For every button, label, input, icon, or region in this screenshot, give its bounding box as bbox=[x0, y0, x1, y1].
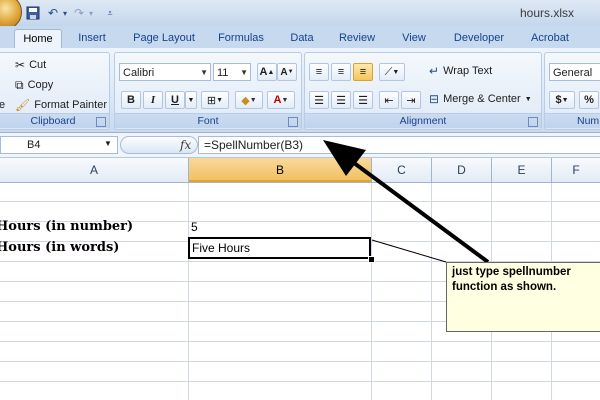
arrow-line bbox=[348, 158, 490, 264]
arrow-head-icon bbox=[323, 140, 366, 176]
annotation-overlay bbox=[323, 140, 490, 264]
comment-connector bbox=[371, 239, 447, 263]
comment-box[interactable]: just type spellnumber function as shown. bbox=[446, 262, 600, 332]
